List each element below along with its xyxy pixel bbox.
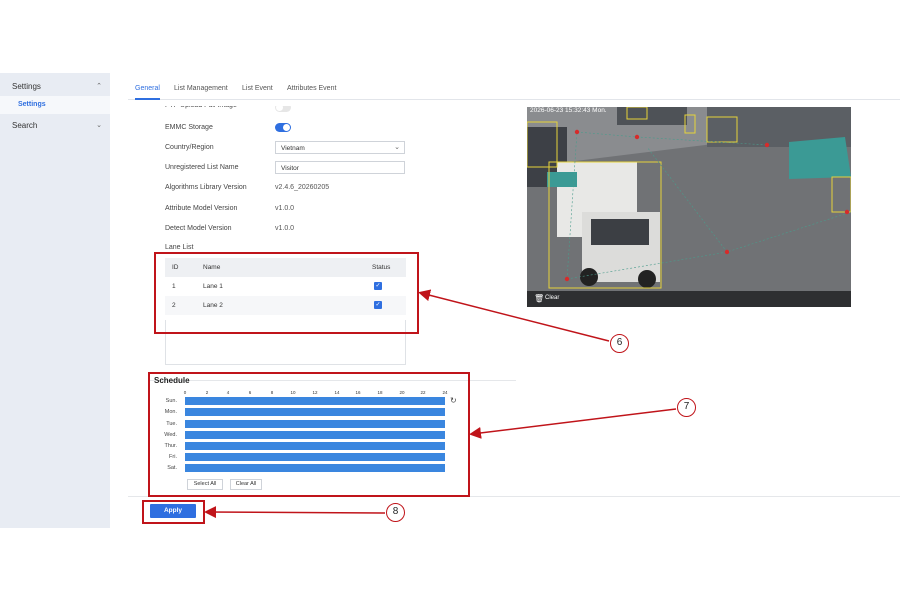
annotation-arrow-8 [204, 506, 386, 519]
annotation-marker-6: 6 [610, 334, 629, 353]
annotation-arrow-7 [469, 408, 677, 439]
annotation-marker-7: 7 [677, 398, 696, 417]
annotation-arrow-6 [418, 289, 610, 342]
annotation-arrows [204, 289, 677, 519]
annotation-marker-8: 8 [386, 503, 405, 522]
